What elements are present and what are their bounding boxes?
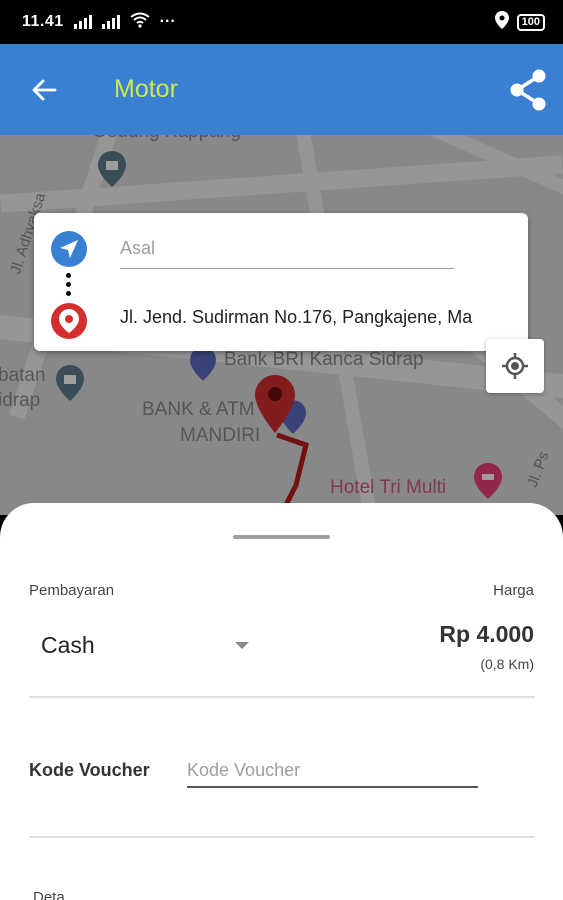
details-label: Deta xyxy=(33,889,65,900)
page-title: Motor xyxy=(114,75,178,103)
distance-value: (0,8 Km) xyxy=(480,656,534,672)
route-dots xyxy=(66,273,72,300)
status-time: 11.41 xyxy=(22,13,64,30)
location-pin-icon xyxy=(494,10,509,34)
destination-address[interactable]: Jl. Jend. Sudirman No.176, Pangkajene, M… xyxy=(120,307,472,328)
app-toolbar: Motor xyxy=(0,44,563,135)
route-card: Jl. Jend. Sudirman No.176, Pangkajene, M… xyxy=(34,213,528,351)
dropdown-arrow-icon xyxy=(235,641,249,649)
wifi-icon xyxy=(130,12,150,33)
back-button[interactable] xyxy=(0,44,88,135)
signal-icon-2 xyxy=(101,15,120,29)
booking-bottom-sheet: Pembayaran Harga Cash Rp 4.000 (0,8 Km) … xyxy=(0,503,563,900)
battery-icon: 100 xyxy=(516,13,545,31)
status-bar: 11.41 ··· 100 xyxy=(0,0,563,44)
payment-method-select[interactable]: Cash xyxy=(29,625,261,665)
voucher-input[interactable] xyxy=(187,754,478,788)
share-icon xyxy=(510,69,546,110)
navigation-arrow-icon xyxy=(51,231,87,267)
divider xyxy=(29,836,535,838)
crosshair-icon xyxy=(502,353,528,379)
arrow-left-icon xyxy=(32,79,57,100)
sheet-drag-handle[interactable] xyxy=(233,535,330,539)
price-label: Harga xyxy=(493,582,534,599)
overflow-notifications-icon: ··· xyxy=(159,13,176,30)
destination-pin-icon xyxy=(51,303,87,339)
signal-icon xyxy=(73,15,92,29)
my-location-button[interactable] xyxy=(486,339,544,393)
origin-input[interactable] xyxy=(120,229,454,269)
payment-label: Pembayaran xyxy=(29,582,115,599)
payment-method-value: Cash xyxy=(41,631,95,658)
voucher-label: Kode Voucher xyxy=(29,760,150,780)
price-value: Rp 4.000 xyxy=(439,621,534,647)
share-button[interactable] xyxy=(493,44,563,135)
divider xyxy=(29,696,535,698)
